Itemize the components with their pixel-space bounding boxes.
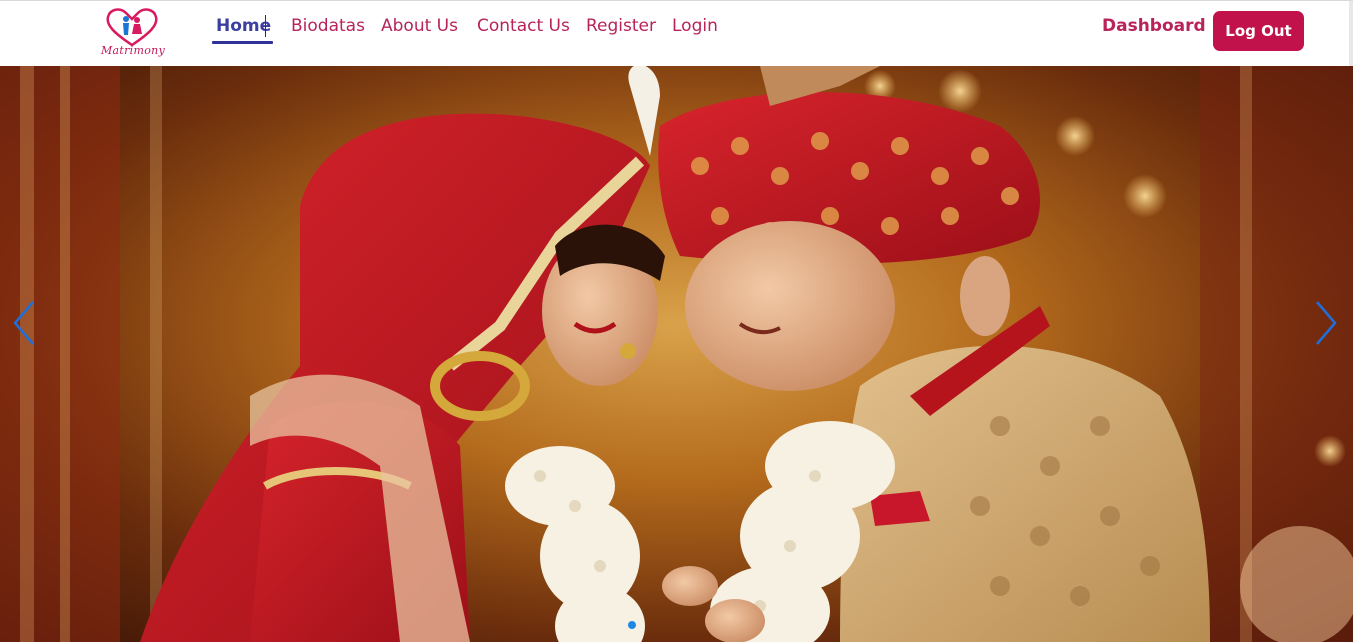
nav-login[interactable]: Login (672, 13, 718, 41)
nav-biodatas[interactable]: Biodatas (291, 13, 365, 41)
carousel-prev-button[interactable] (6, 296, 42, 350)
scrollbar[interactable] (1349, 1, 1353, 67)
logo-text: Matrimony (100, 44, 166, 57)
wedding-couple-image (0, 66, 1353, 642)
navbar: Matrimony Home Biodatas About Us Contact… (0, 0, 1353, 67)
nav-contact-us[interactable]: Contact Us (477, 13, 570, 41)
hero-carousel (0, 66, 1353, 642)
carousel-indicators (628, 621, 636, 629)
carousel-next-button[interactable] (1308, 296, 1344, 350)
heart-couple-icon (106, 8, 158, 47)
nav-dashboard[interactable]: Dashboard (1102, 13, 1206, 39)
matrimony-logo[interactable]: Matrimony (94, 7, 170, 61)
chevron-right-icon (1316, 301, 1337, 345)
logout-button[interactable]: Log Out (1213, 11, 1304, 51)
chevron-left-icon (13, 301, 34, 345)
nav-register[interactable]: Register (586, 13, 656, 41)
text-caret (265, 15, 266, 37)
nav-home[interactable]: Home (211, 13, 274, 44)
nav-about-us[interactable]: About Us (381, 13, 458, 41)
carousel-dot-active[interactable] (628, 621, 636, 629)
